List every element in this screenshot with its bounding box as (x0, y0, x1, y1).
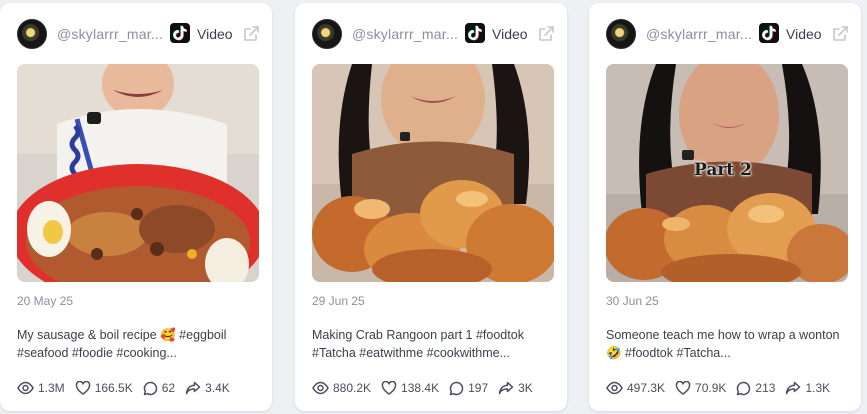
author-handle[interactable]: @skylarrr_mar... (57, 26, 165, 42)
comment-icon (449, 381, 464, 395)
comment-icon (143, 381, 157, 395)
likes-stat: 166.5K (75, 381, 133, 395)
video-text-overlay: Part 2 (694, 160, 752, 180)
engagement-stats: 1.3M 166.5K 62 3.4K (17, 379, 240, 397)
views-stat: 497.3K (606, 381, 665, 395)
shares-count: 3.4K (205, 381, 230, 395)
content-type-label: Video (492, 26, 528, 42)
post-caption: Someone teach me how to wrap a wonton 🤣 … (606, 328, 840, 360)
content-type-label: Video (786, 26, 822, 42)
likes-stat: 70.9K (675, 381, 726, 395)
shares-stat: 3.4K (185, 381, 230, 395)
author-handle[interactable]: @skylarrr_mar... (646, 26, 754, 42)
author-handle[interactable]: @skylarrr_mar... (352, 26, 460, 42)
views-count: 880.2K (333, 381, 372, 395)
heart-icon (675, 381, 691, 395)
external-link-icon[interactable] (831, 25, 849, 43)
video-thumbnail[interactable] (312, 64, 554, 282)
likes-count: 138.4K (401, 381, 440, 395)
comments-stat: 213 (736, 381, 775, 396)
engagement-stats: 497.3K 70.9K 213 1.3K (606, 379, 840, 397)
card-header: @skylarrr_mar... Video (589, 3, 861, 59)
likes-count: 166.5K (94, 381, 133, 395)
external-link-icon[interactable] (242, 25, 260, 43)
external-link-icon[interactable] (537, 25, 555, 43)
share-icon (185, 381, 201, 395)
shares-count: 3K (518, 381, 533, 395)
post-caption: My sausage & boil recipe 🥰 #eggboil #sea… (17, 328, 227, 360)
comments-count: 213 (755, 381, 776, 395)
post-caption: Making Crab Rangoon part 1 #foodtok #Tat… (312, 328, 524, 360)
video-thumbnail[interactable]: Part 2 (606, 64, 848, 282)
eye-icon (606, 381, 623, 395)
views-stat: 880.2K (312, 381, 371, 395)
likes-count: 70.9K (695, 381, 727, 395)
views-stat: 1.3M (17, 381, 65, 395)
tiktok-icon (170, 23, 190, 43)
video-card[interactable]: @skylarrr_mar... Video Part 2 30 Jun 25 … (589, 3, 861, 411)
views-count: 497.3K (627, 381, 666, 395)
avatar[interactable] (312, 19, 342, 49)
comments-stat: 197 (449, 381, 488, 396)
video-card[interactable]: @skylarrr_mar... Video 20 May 25 My saus… (0, 3, 272, 411)
comments-stat: 62 (143, 381, 175, 396)
video-card[interactable]: @skylarrr_mar... Video 29 Jun 25 Making … (295, 3, 567, 411)
post-date: 30 Jun 25 (606, 294, 659, 308)
heart-icon (75, 381, 90, 395)
tiktok-icon (465, 23, 485, 43)
comments-count: 197 (468, 381, 489, 395)
eye-icon (17, 381, 34, 395)
share-icon (498, 381, 514, 395)
post-date: 20 May 25 (17, 294, 74, 308)
heart-icon (381, 381, 397, 395)
eye-icon (312, 381, 329, 395)
avatar[interactable] (17, 19, 47, 49)
post-date: 29 Jun 25 (312, 294, 365, 308)
comment-icon (737, 381, 751, 395)
comments-count: 62 (161, 381, 176, 395)
views-count: 1.3M (38, 381, 65, 395)
card-header: @skylarrr_mar... Video (295, 3, 567, 59)
likes-stat: 138.4K (381, 381, 439, 395)
avatar[interactable] (606, 19, 636, 49)
video-thumbnail[interactable] (17, 64, 259, 282)
card-header: @skylarrr_mar... Video (0, 3, 272, 59)
engagement-stats: 880.2K 138.4K 197 3K (312, 379, 543, 397)
shares-stat: 1.3K (785, 381, 830, 395)
share-icon (786, 381, 801, 395)
shares-count: 1.3K (805, 381, 831, 395)
tiktok-icon (759, 23, 779, 43)
content-type-label: Video (197, 26, 233, 42)
shares-stat: 3K (498, 381, 533, 395)
